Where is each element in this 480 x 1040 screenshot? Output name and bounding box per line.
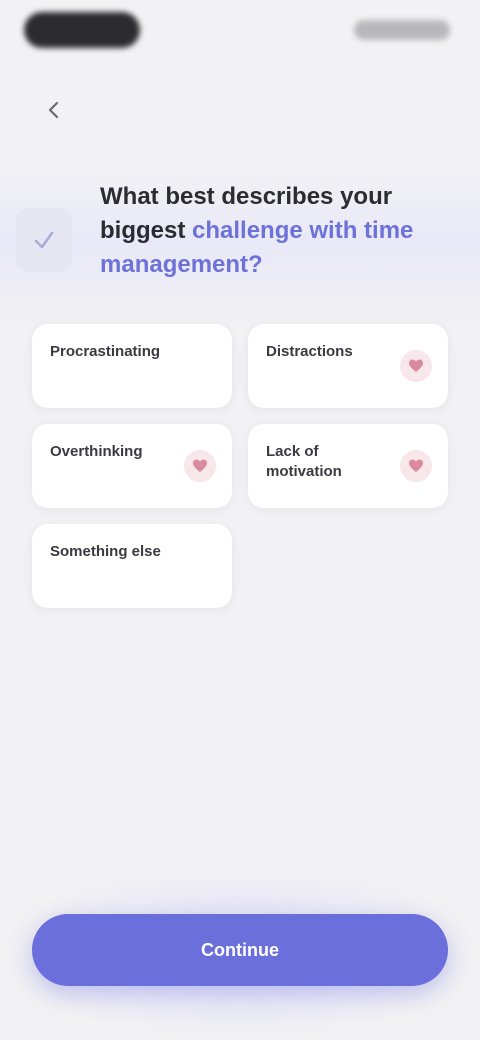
option-card-something-else[interactable]: Something else [32, 524, 232, 608]
option-badge [400, 350, 432, 382]
option-card-overthinking[interactable]: Overthinking [32, 424, 232, 508]
chevron-left-icon [48, 101, 59, 119]
option-label: Distractions [266, 343, 353, 360]
option-card-distractions[interactable]: Distractions [248, 324, 448, 408]
heart-icon [409, 359, 423, 372]
options-grid: Procrastinating Distractions Overthinkin… [32, 324, 448, 608]
option-badge [400, 450, 432, 482]
header-icon [16, 208, 72, 272]
option-label: Procrastinating [50, 343, 161, 360]
option-label: Overthinking [50, 443, 143, 460]
option-badge [184, 450, 216, 482]
option-label: Lack of motivation [266, 443, 342, 480]
option-label: Something else [50, 543, 161, 560]
option-card-lack-of-motivation[interactable]: Lack of motivation [248, 424, 448, 508]
checkmark-icon [34, 231, 54, 249]
status-bar [0, 0, 480, 64]
back-button[interactable] [36, 92, 72, 128]
heart-icon [193, 459, 207, 472]
page-title: What best describes your biggest challen… [100, 180, 420, 282]
continue-button[interactable]: Continue [32, 914, 448, 986]
status-time-pill [24, 12, 140, 48]
status-indicators [354, 20, 450, 40]
option-card-procrastinating[interactable]: Procrastinating [32, 324, 232, 408]
heart-icon [409, 459, 423, 472]
